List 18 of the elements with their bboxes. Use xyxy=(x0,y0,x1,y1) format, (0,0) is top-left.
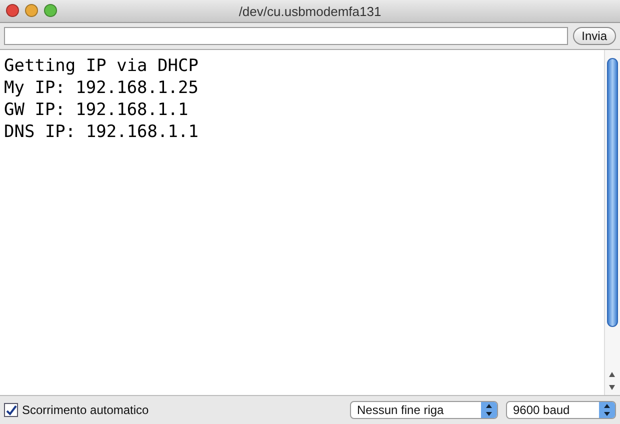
output-line: GW IP: 192.168.1.1 xyxy=(4,99,188,121)
window-title: /dev/cu.usbmodemfa131 xyxy=(238,4,382,18)
send-field[interactable] xyxy=(4,26,568,44)
scrollbar[interactable] xyxy=(604,50,620,395)
send-button[interactable]: Invia xyxy=(572,26,616,44)
stepper-icon xyxy=(599,402,615,418)
output-line: Getting IP via DHCP xyxy=(4,55,198,77)
zoom-button[interactable] xyxy=(44,4,57,17)
autoscroll-checkbox[interactable] xyxy=(4,403,18,417)
autoscroll-label: Scorrimento automatico xyxy=(22,403,149,417)
output-line: My IP: 192.168.1.25 xyxy=(4,77,198,99)
minimize-button[interactable] xyxy=(25,4,38,17)
stepper-icon xyxy=(481,402,497,418)
close-button[interactable] xyxy=(6,4,19,17)
line-ending-select[interactable]: Nessun fine riga xyxy=(350,401,498,419)
baud-select[interactable]: 9600 baud xyxy=(506,401,616,419)
scroll-thumb[interactable] xyxy=(607,58,618,327)
output-line: DNS IP: 192.168.1.1 xyxy=(4,121,198,143)
